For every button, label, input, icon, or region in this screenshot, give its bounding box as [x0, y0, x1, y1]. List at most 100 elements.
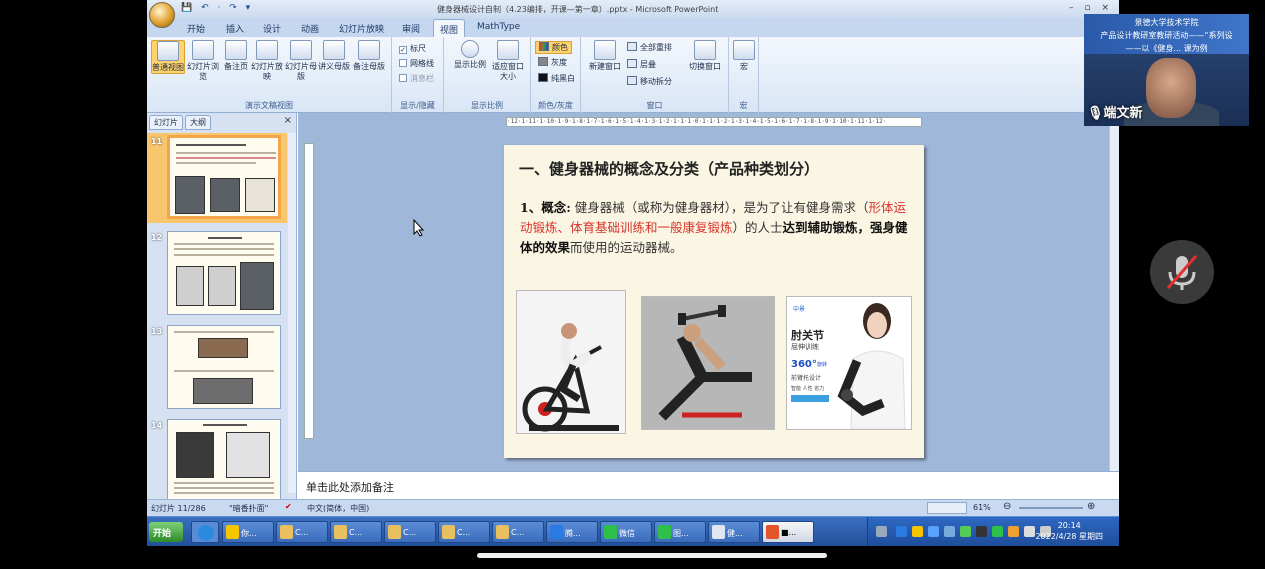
tab-outline[interactable]: 大纲 — [185, 115, 211, 130]
spellcheck-icon[interactable]: ✔ — [285, 502, 292, 511]
tray-app-icon[interactable] — [928, 526, 939, 537]
tray-app-icon[interactable] — [896, 526, 907, 537]
taskbar-item-7[interactable]: 微信 — [600, 521, 652, 543]
color-button[interactable]: 颜色 — [535, 41, 572, 54]
move-split-button[interactable]: 移动拆分 — [627, 76, 672, 87]
weight-bench-image[interactable] — [641, 296, 775, 430]
thumbnail-number: 11 — [151, 137, 163, 146]
thumb-line — [203, 424, 247, 426]
office-button-icon[interactable] — [149, 2, 175, 28]
slide-canvas[interactable]: 一、健身器械的概念及分类（产品种类划分） 1、概念: 健身器械（或称为健身器材）… — [504, 145, 924, 458]
taskbar-item-10[interactable]: ■... — [762, 521, 814, 543]
mute-microphone-button[interactable] — [1150, 240, 1214, 304]
switch-window-button[interactable]: 切换窗口 — [685, 40, 725, 72]
grayscale-button[interactable]: 灰度 — [538, 57, 567, 68]
slide-sorter-button[interactable]: 幻灯片浏览 — [186, 40, 220, 82]
taskbar-item-1[interactable]: C... — [276, 521, 328, 543]
tray-app-icon[interactable] — [960, 526, 971, 537]
quick-access-toolbar[interactable]: 💾 ↶ · ↷ ▾ — [181, 3, 253, 13]
taskbar-item-4[interactable]: C... — [438, 521, 490, 543]
tab-animation[interactable]: 动画 — [301, 22, 319, 35]
black-white-button[interactable]: 纯黑白 — [538, 73, 575, 84]
notes-page-icon — [225, 40, 247, 60]
taskbar-item-9[interactable]: 健... — [708, 521, 760, 543]
tab-mathtype[interactable]: MathType — [477, 22, 520, 32]
slide-thumbnail-13[interactable]: 13 — [147, 325, 287, 415]
window-title: 健身器械设计自制（4.23编排，开课—第一章）.pptx - Microsoft… — [437, 5, 719, 14]
arrange-all-button[interactable]: 全部重排 — [627, 42, 672, 53]
folder-icon — [496, 525, 509, 539]
new-window-button[interactable]: 新建窗口 — [587, 40, 623, 72]
tab-slides[interactable]: 幻灯片 — [149, 115, 183, 130]
window-controls[interactable]: – ▫ × — [1069, 3, 1113, 13]
tab-insert[interactable]: 插入 — [226, 22, 244, 35]
taskbar-item-2[interactable]: C... — [330, 521, 382, 543]
zoom-slider[interactable] — [1019, 507, 1083, 509]
zoom-out-icon[interactable]: ⊖ — [1003, 501, 1011, 512]
exercise-bike-image[interactable] — [516, 290, 626, 434]
close-icon[interactable]: × — [284, 115, 292, 126]
participant-video[interactable]: 景德大学技术学院 产品设计教研室教研活动——“系列设 ——以《健身... 课为例… — [1084, 14, 1249, 126]
tray-app-icon[interactable] — [944, 526, 955, 537]
tab-design[interactable]: 设计 — [263, 22, 281, 35]
handout-master-button[interactable]: 讲义母版 — [317, 40, 351, 72]
slideshow-button[interactable]: 幻灯片放映 — [250, 40, 284, 82]
thumbnail-preview — [167, 135, 281, 219]
ruler-checkbox[interactable]: ✓ 标尺 — [399, 43, 426, 54]
home-indicator[interactable] — [477, 553, 827, 558]
message-bar-checkbox[interactable]: 消息栏 — [399, 73, 434, 84]
zoom-level[interactable]: 61% — [973, 503, 991, 512]
handout-master-icon — [323, 40, 345, 60]
normal-view-button[interactable]: 普通视图 — [151, 40, 185, 74]
taskbar-item-3[interactable]: C... — [384, 521, 436, 543]
slide-body-text[interactable]: 1、概念: 健身器械（或称为健身器材），是为了让有健身需求（形体运动锻炼、体育基… — [520, 198, 912, 258]
meeting-icon — [550, 525, 563, 539]
group-show-hide: ✓ 标尺 网格线 消息栏 显示/隐藏 — [392, 37, 444, 113]
slide-thumbnail-14[interactable]: 14 — [147, 419, 287, 509]
slide-title[interactable]: 一、健身器械的概念及分类（产品种类划分） — [519, 158, 919, 179]
ad-degree-note: 旋转 — [817, 362, 828, 368]
body-text: 而使用的运动器械。 — [570, 240, 683, 255]
keyboard-icon[interactable] — [876, 526, 887, 537]
slide-scrollbar[interactable] — [1109, 113, 1119, 471]
zoom-in-icon[interactable]: ⊕ — [1087, 501, 1095, 512]
thumbnail-preview — [167, 231, 281, 315]
taskbar-item-8[interactable]: 图... — [654, 521, 706, 543]
panel-scrollbar[interactable] — [288, 133, 296, 493]
taskbar-item-0[interactable]: 你... — [222, 521, 274, 543]
view-buttons[interactable] — [927, 502, 967, 514]
tab-review[interactable]: 审阅 — [402, 22, 420, 35]
network-icon[interactable] — [1024, 526, 1035, 537]
horizontal-ruler: ·12·1·11·1·10·1·9·1·8·1·7·1·6·1·5·1·4·1·… — [506, 117, 922, 127]
thumb-line — [208, 237, 242, 239]
tray-app-icon[interactable] — [912, 526, 923, 537]
tab-home[interactable]: 开始 — [187, 22, 205, 35]
taskbar-item-5[interactable]: C... — [492, 521, 544, 543]
cascade-button[interactable]: 层叠 — [627, 59, 656, 70]
macro-button[interactable]: 宏 — [729, 40, 759, 72]
tab-view[interactable]: 视图 — [433, 19, 466, 37]
thumb-image — [193, 378, 253, 404]
panel-tabs: 幻灯片 大纲 — [149, 115, 295, 130]
slide-thumbnail-11[interactable]: 11 — [147, 135, 287, 225]
browser-icon[interactable] — [191, 521, 219, 543]
zoom-button[interactable]: 显示比例 — [452, 40, 488, 70]
notes-master-button[interactable]: 备注母版 — [352, 40, 386, 72]
tray-app-icon[interactable] — [992, 526, 1003, 537]
elbow-brace-ad-image[interactable]: 中景 肘关节 屈伸训练 360° 旋转 前臂托设计 智能 人性 省力 — [786, 296, 912, 430]
fit-window-button[interactable]: 适应窗口大小 — [490, 40, 526, 82]
tray-app-icon[interactable] — [976, 526, 987, 537]
tab-slideshow[interactable]: 幻灯片放映 — [339, 22, 384, 35]
slide-thumbnail-12[interactable]: 12 — [147, 231, 287, 321]
language[interactable]: 中文(简体，中国) — [307, 503, 369, 514]
taskbar-item-6[interactable]: 腾... — [546, 521, 598, 543]
notes-pane[interactable]: 单击此处添加备注 — [298, 471, 1119, 499]
gridlines-checkbox[interactable]: 网格线 — [399, 58, 434, 69]
system-tray: 20:14 2022/4/28 星期四 — [867, 517, 1119, 546]
tray-app-icon[interactable] — [1008, 526, 1019, 537]
notes-page-button[interactable]: 备注页 — [219, 40, 253, 72]
clock[interactable]: 20:14 2022/4/28 星期四 — [1035, 520, 1103, 542]
muted-mic-icon — [1166, 255, 1198, 290]
slide-master-button[interactable]: 幻灯片母版 — [284, 40, 318, 82]
start-button[interactable]: 开始 — [149, 522, 183, 542]
